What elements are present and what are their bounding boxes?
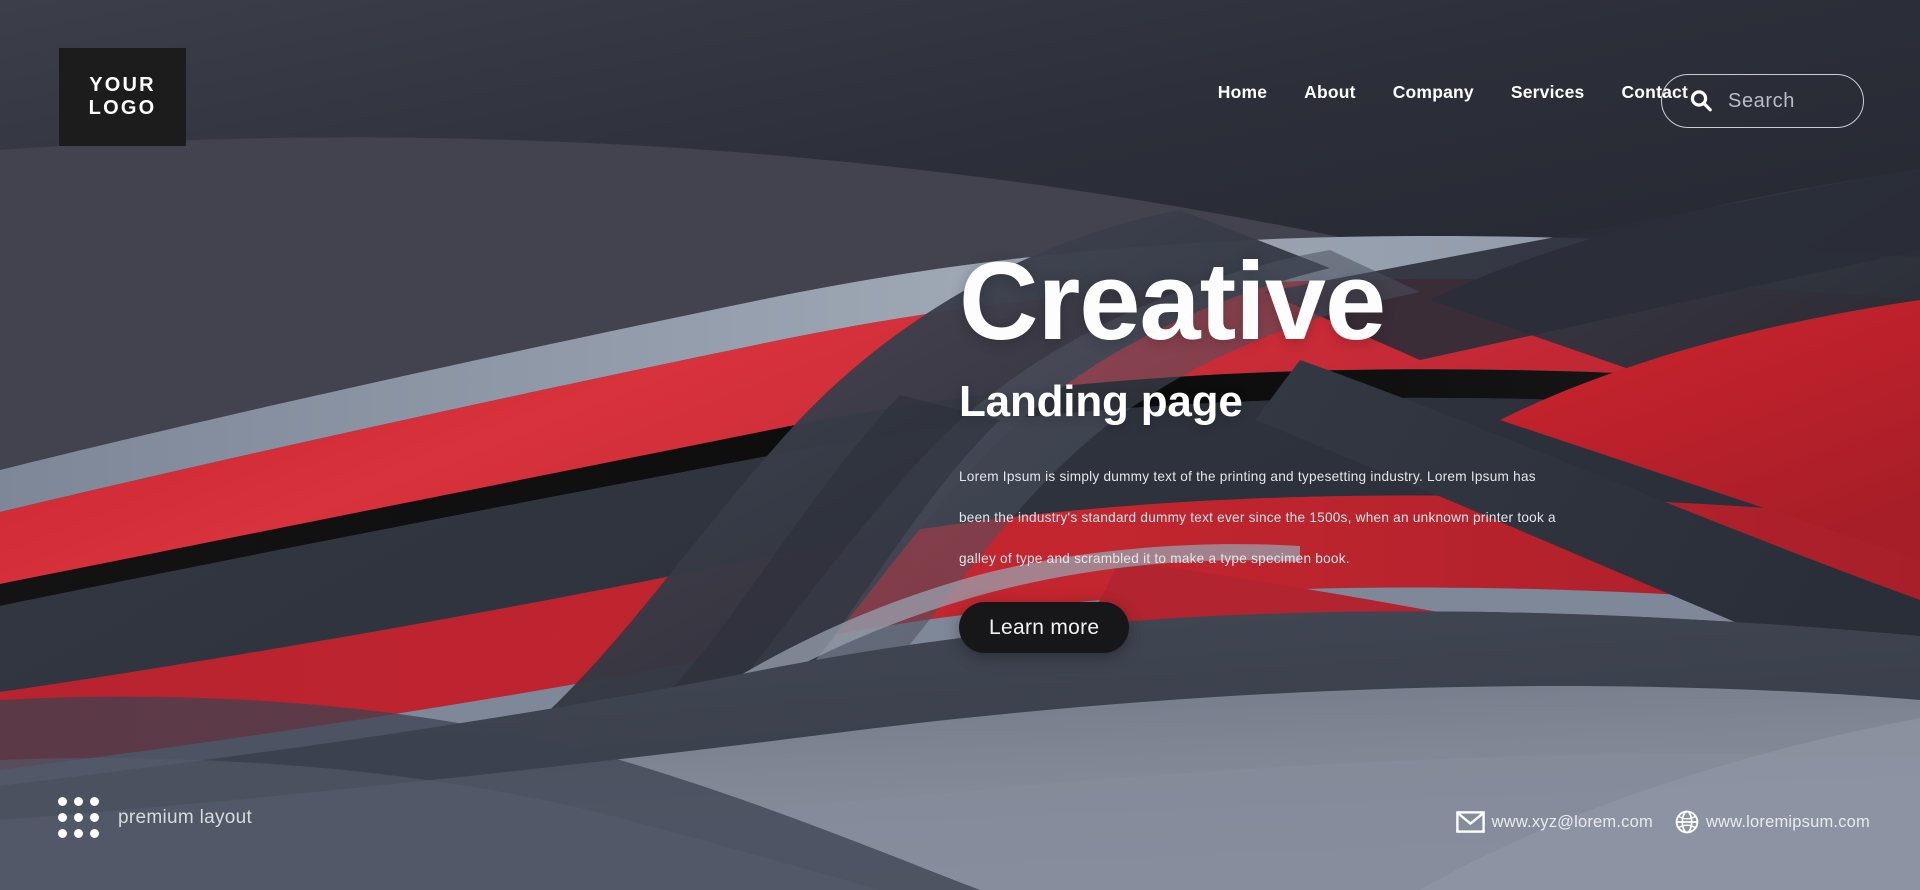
hero-description-line-2: been the industry's standard dummy text … <box>959 510 1556 525</box>
logo-line-1: YOUR <box>89 74 156 96</box>
envelope-icon <box>1455 811 1485 833</box>
nav-item-company[interactable]: Company <box>1393 82 1474 103</box>
search-icon <box>1690 90 1712 112</box>
page-title: Creative <box>959 240 1386 363</box>
hero-description-line-3: galley of type and scrambled it to make … <box>959 551 1350 566</box>
learn-more-button[interactable]: Learn more <box>959 602 1130 653</box>
main-navigation: Home About Company Services Contact <box>1218 82 1688 103</box>
footer-branding: premium layout <box>58 797 252 838</box>
search-placeholder: Search <box>1728 89 1795 112</box>
hero-description-line-1: Lorem Ipsum is simply dummy text of the … <box>959 469 1536 484</box>
search-input[interactable]: Search <box>1661 74 1864 128</box>
nav-item-about[interactable]: About <box>1304 82 1356 103</box>
hero-description: Lorem Ipsum is simply dummy text of the … <box>959 456 1579 579</box>
logo[interactable]: YOUR LOGO <box>59 48 186 146</box>
contact-website-text: www.loremipsum.com <box>1705 812 1870 831</box>
hero-section: Creative Landing page Lorem Ipsum is sim… <box>959 240 1579 653</box>
footer-contacts: www.xyz@lorem.com www.loremipsum.com <box>1455 810 1870 834</box>
nav-item-services[interactable]: Services <box>1511 82 1585 103</box>
contact-website[interactable]: www.loremipsum.com <box>1675 810 1870 834</box>
footer-tagline: premium layout <box>118 806 253 828</box>
dot-grid-icon <box>58 797 99 838</box>
landing-page-canvas: YOUR LOGO Home About Company Services Co… <box>0 0 1920 890</box>
globe-icon <box>1675 810 1699 834</box>
logo-line-2: LOGO <box>88 97 157 119</box>
contact-email-text: www.xyz@lorem.com <box>1491 812 1653 831</box>
nav-item-home[interactable]: Home <box>1218 82 1267 103</box>
page-subtitle: Landing page <box>959 377 1243 426</box>
contact-email[interactable]: www.xyz@lorem.com <box>1455 811 1653 833</box>
